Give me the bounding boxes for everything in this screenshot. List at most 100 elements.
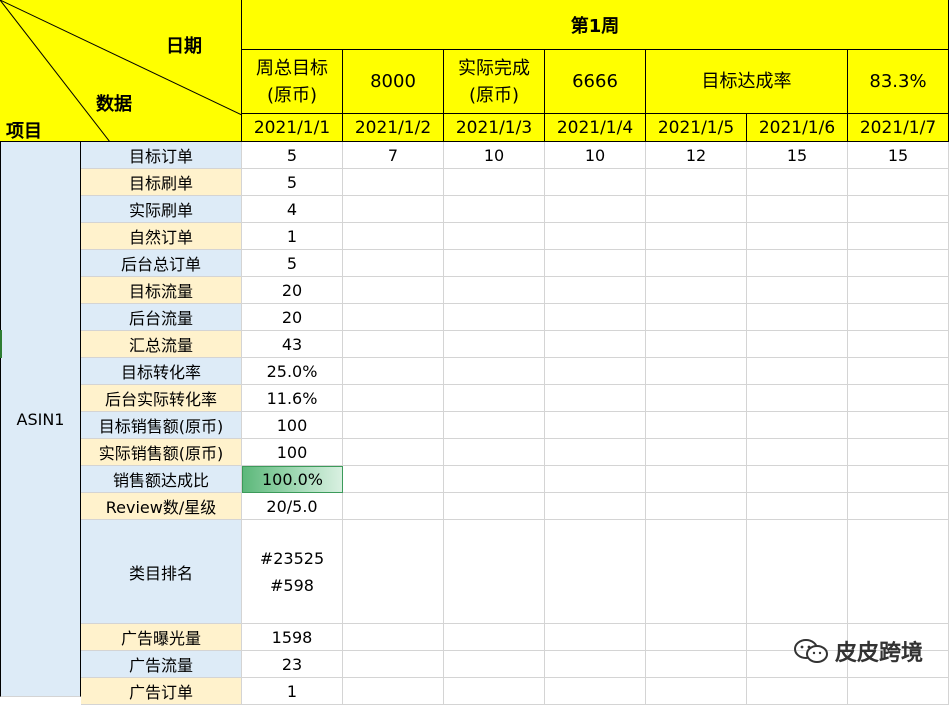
table-cell-r17-c3[interactable] (545, 678, 646, 705)
table-cell-r4-c4[interactable] (646, 250, 747, 277)
week-title[interactable]: 第1周 (242, 0, 949, 50)
table-cell-r6-c0[interactable]: 20 (242, 304, 343, 331)
table-cell-r2-c0[interactable]: 4 (242, 196, 343, 223)
row-label-1[interactable]: 目标刷单 (81, 169, 242, 196)
row-label-8[interactable]: 目标转化率 (81, 358, 242, 385)
table-cell-r3-c4[interactable] (646, 223, 747, 250)
table-cell-r0-c0[interactable]: 5 (242, 142, 343, 169)
table-cell-r3-c3[interactable] (545, 223, 646, 250)
asin-cell[interactable]: ASIN1 (0, 142, 81, 697)
table-cell-r8-c2[interactable] (444, 358, 545, 385)
table-cell-r16-c3[interactable] (545, 651, 646, 678)
table-cell-r9-c2[interactable] (444, 385, 545, 412)
table-cell-r2-c4[interactable] (646, 196, 747, 223)
table-cell-r4-c1[interactable] (343, 250, 444, 277)
table-cell-r11-c4[interactable] (646, 439, 747, 466)
table-cell-r13-c4[interactable] (646, 493, 747, 520)
table-cell-r11-c6[interactable] (848, 439, 949, 466)
table-cell-r2-c2[interactable] (444, 196, 545, 223)
table-cell-r5-c6[interactable] (848, 277, 949, 304)
date-header-0[interactable]: 2021/1/1 (242, 114, 343, 142)
table-cell-r8-c5[interactable] (747, 358, 848, 385)
table-cell-r10-c3[interactable] (545, 412, 646, 439)
table-cell-r1-c6[interactable] (848, 169, 949, 196)
corner-header-cell[interactable]: 日期 数据 项目 (0, 0, 242, 142)
row-label-12[interactable]: 销售额达成比 (81, 466, 242, 493)
table-cell-r12-c2[interactable] (444, 466, 545, 493)
table-cell-r15-c2[interactable] (444, 624, 545, 651)
table-cell-r8-c1[interactable] (343, 358, 444, 385)
row-label-7[interactable]: 汇总流量 (81, 331, 242, 358)
row-label-16[interactable]: 广告流量 (81, 651, 242, 678)
table-cell-r9-c0[interactable]: 11.6% (242, 385, 343, 412)
table-cell-r1-c2[interactable] (444, 169, 545, 196)
table-cell-r16-c1[interactable] (343, 651, 444, 678)
table-cell-r6-c6[interactable] (848, 304, 949, 331)
summary-value-0[interactable]: 8000 (343, 50, 444, 114)
table-cell-r17-c1[interactable] (343, 678, 444, 705)
table-cell-r9-c4[interactable] (646, 385, 747, 412)
table-cell-r8-c3[interactable] (545, 358, 646, 385)
table-cell-r8-c0[interactable]: 25.0% (242, 358, 343, 385)
date-header-4[interactable]: 2021/1/5 (646, 114, 747, 142)
table-cell-r10-c0[interactable]: 100 (242, 412, 343, 439)
summary-label-0[interactable]: 周总目标 (原币) (242, 50, 343, 114)
date-header-2[interactable]: 2021/1/3 (444, 114, 545, 142)
table-cell-r17-c4[interactable] (646, 678, 747, 705)
table-cell-r2-c1[interactable] (343, 196, 444, 223)
row-label-2[interactable]: 实际刷单 (81, 196, 242, 223)
table-cell-r17-c5[interactable] (747, 678, 848, 705)
table-cell-r7-c4[interactable] (646, 331, 747, 358)
table-cell-r16-c4[interactable] (646, 651, 747, 678)
table-cell-r1-c0[interactable]: 5 (242, 169, 343, 196)
table-cell-r17-c0[interactable]: 1 (242, 678, 343, 705)
table-cell-r5-c4[interactable] (646, 277, 747, 304)
table-cell-r5-c2[interactable] (444, 277, 545, 304)
row-label-9[interactable]: 后台实际转化率 (81, 385, 242, 412)
table-cell-r7-c2[interactable] (444, 331, 545, 358)
summary-label-2[interactable]: 目标达成率 (646, 50, 848, 114)
table-cell-r14-c3[interactable] (545, 520, 646, 624)
table-cell-r1-c5[interactable] (747, 169, 848, 196)
table-cell-r13-c0[interactable]: 20/5.0 (242, 493, 343, 520)
table-cell-r7-c3[interactable] (545, 331, 646, 358)
table-cell-r6-c1[interactable] (343, 304, 444, 331)
table-cell-r10-c1[interactable] (343, 412, 444, 439)
table-cell-r14-c0[interactable]: #23525 #598 (242, 520, 343, 624)
summary-value-1[interactable]: 6666 (545, 50, 646, 114)
row-label-14[interactable]: 类目排名 (81, 520, 242, 624)
table-cell-r14-c4[interactable] (646, 520, 747, 624)
table-cell-r14-c6[interactable] (848, 520, 949, 624)
table-cell-r6-c4[interactable] (646, 304, 747, 331)
table-cell-r0-c6[interactable]: 15 (848, 142, 949, 169)
row-label-4[interactable]: 后台总订单 (81, 250, 242, 277)
table-cell-r1-c1[interactable] (343, 169, 444, 196)
table-cell-r15-c4[interactable] (646, 624, 747, 651)
table-cell-r5-c3[interactable] (545, 277, 646, 304)
table-cell-r17-c2[interactable] (444, 678, 545, 705)
table-cell-r6-c2[interactable] (444, 304, 545, 331)
table-cell-r12-c1[interactable] (343, 466, 444, 493)
table-cell-r12-c6[interactable] (848, 466, 949, 493)
table-cell-r9-c3[interactable] (545, 385, 646, 412)
table-cell-r11-c0[interactable]: 100 (242, 439, 343, 466)
table-cell-r9-c1[interactable] (343, 385, 444, 412)
table-cell-r17-c6[interactable] (848, 678, 949, 705)
table-cell-r10-c4[interactable] (646, 412, 747, 439)
date-header-6[interactable]: 2021/1/7 (848, 114, 949, 142)
table-cell-r11-c1[interactable] (343, 439, 444, 466)
table-cell-r3-c5[interactable] (747, 223, 848, 250)
table-cell-r9-c6[interactable] (848, 385, 949, 412)
table-cell-r9-c5[interactable] (747, 385, 848, 412)
table-cell-r15-c0[interactable]: 1598 (242, 624, 343, 651)
row-label-10[interactable]: 目标销售额(原币) (81, 412, 242, 439)
table-cell-r10-c5[interactable] (747, 412, 848, 439)
table-cell-r4-c0[interactable]: 5 (242, 250, 343, 277)
row-label-15[interactable]: 广告曝光量 (81, 624, 242, 651)
date-header-5[interactable]: 2021/1/6 (747, 114, 848, 142)
table-cell-r16-c0[interactable]: 23 (242, 651, 343, 678)
summary-value-2[interactable]: 83.3% (848, 50, 949, 114)
table-cell-r0-c1[interactable]: 7 (343, 142, 444, 169)
summary-label-1[interactable]: 实际完成 (原币) (444, 50, 545, 114)
table-cell-r13-c5[interactable] (747, 493, 848, 520)
